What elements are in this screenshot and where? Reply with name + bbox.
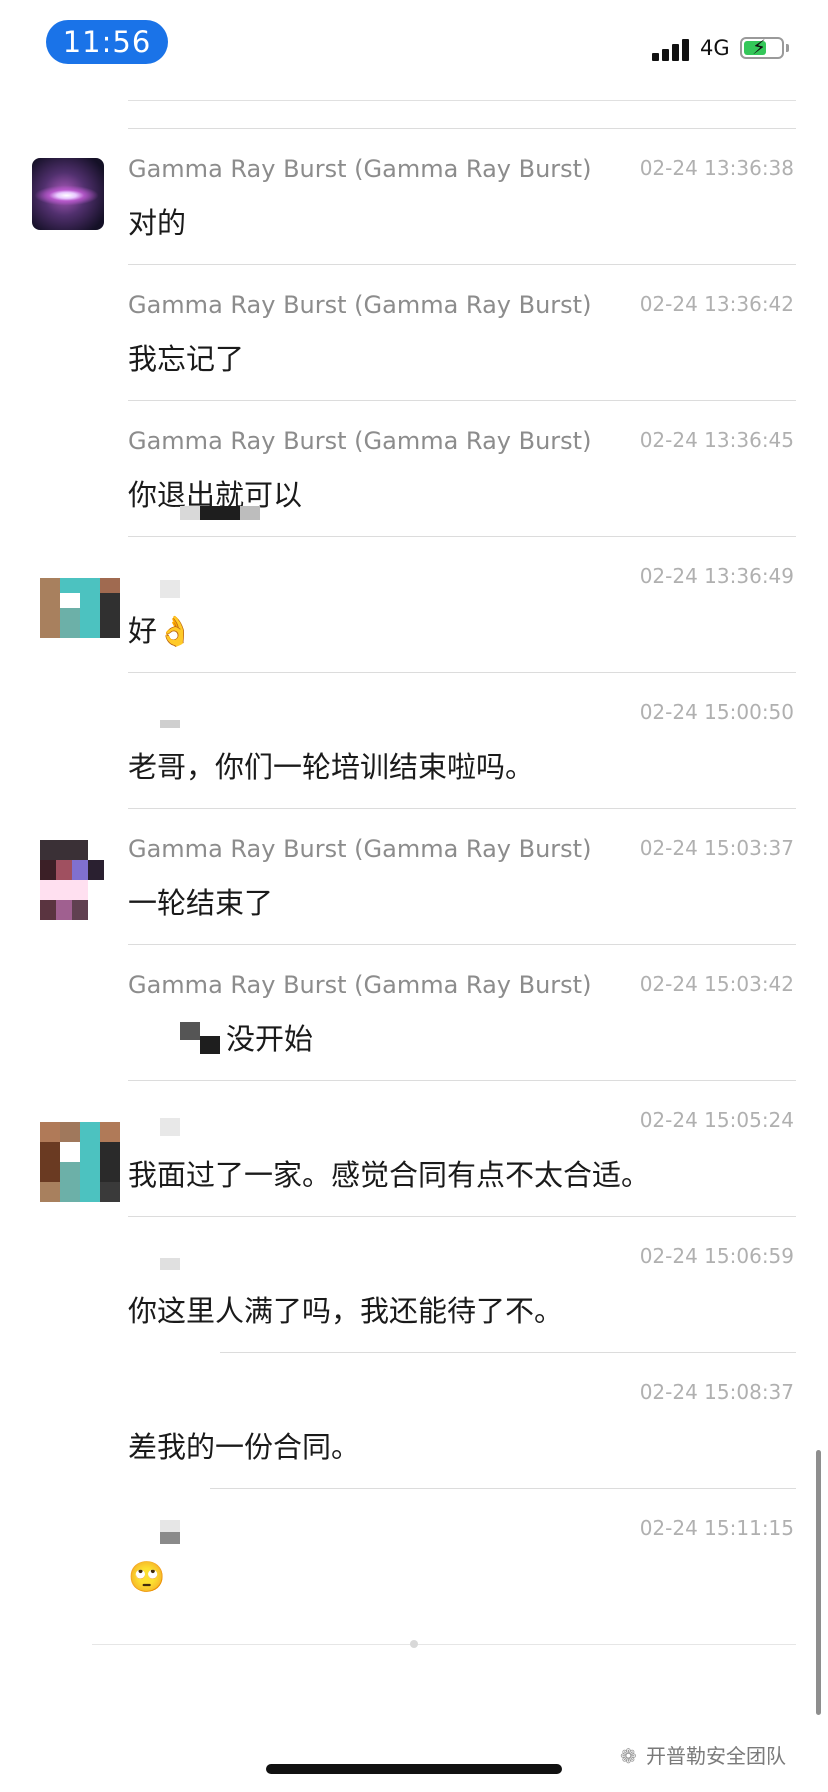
sender-name[interactable]: Gamma Ray Burst (Gamma Ray Burst) bbox=[128, 835, 591, 863]
message-item[interactable]: 02-24 15:06:59 你这里人满了吗，我还能待了不。 bbox=[0, 1216, 828, 1352]
charging-bolt-icon: ⚡ bbox=[752, 35, 767, 59]
home-indicator[interactable] bbox=[266, 1764, 562, 1774]
avatar[interactable] bbox=[40, 840, 104, 920]
message-item[interactable]: 02-24 13:36:49 好👌 bbox=[0, 536, 828, 672]
previous-message-edge bbox=[128, 90, 796, 101]
message-item[interactable]: Gamma Ray Burst (Gamma Ray Burst) 02-24 … bbox=[0, 128, 828, 264]
message-text: 没开始 bbox=[226, 1022, 314, 1056]
message-text: 好👌 bbox=[128, 608, 193, 650]
avatar[interactable] bbox=[40, 578, 120, 638]
redaction-block bbox=[160, 1258, 180, 1270]
message-divider bbox=[128, 400, 796, 401]
message-text: 🙄 bbox=[128, 1560, 166, 1595]
battery-charging-icon: ⚡ bbox=[740, 35, 784, 59]
message-text: 我面过了一家。感觉合同有点不太合适。 bbox=[128, 1158, 651, 1192]
message-time: 02-24 15:05:24 bbox=[639, 1108, 794, 1132]
message-text-content: 好👌 bbox=[128, 614, 194, 648]
message-divider bbox=[128, 1216, 796, 1217]
message-item[interactable]: 02-24 15:08:37 差我的一份合同。 bbox=[0, 1352, 828, 1488]
message-time: 02-24 13:36:42 bbox=[639, 292, 794, 316]
message-divider bbox=[128, 672, 796, 673]
message-divider bbox=[220, 1352, 796, 1353]
network-type: 4G bbox=[700, 36, 730, 60]
message-time: 02-24 15:08:37 bbox=[639, 1380, 794, 1404]
redaction-block bbox=[160, 1532, 180, 1544]
redaction-block bbox=[200, 1036, 220, 1054]
message-item[interactable]: 02-24 15:11:15 🙄 bbox=[0, 1488, 828, 1624]
message-time: 02-24 15:11:15 bbox=[639, 1516, 794, 1540]
redaction-block bbox=[160, 1118, 180, 1136]
history-end-dot bbox=[410, 1640, 418, 1648]
message-item[interactable]: Gamma Ray Burst (Gamma Ray Burst) 02-24 … bbox=[0, 944, 828, 1080]
message-text: 我忘记了 bbox=[128, 342, 245, 376]
redaction-block bbox=[240, 506, 260, 520]
message-item[interactable]: Gamma Ray Burst (Gamma Ray Burst) 02-24 … bbox=[0, 808, 828, 944]
message-divider bbox=[128, 944, 796, 945]
redaction-block bbox=[180, 1022, 200, 1040]
message-time: 02-24 13:36:45 bbox=[639, 428, 794, 452]
message-item[interactable]: 02-24 15:05:24 我面过了一家。感觉合同有点不太合适。 bbox=[0, 1080, 828, 1216]
message-time: 02-24 15:03:37 bbox=[639, 836, 794, 860]
message-text: 老哥，你们一轮培训结束啦吗。 bbox=[128, 750, 535, 784]
wechat-icon: ❁ bbox=[620, 1744, 637, 1768]
message-divider bbox=[128, 1080, 796, 1081]
avatar[interactable] bbox=[32, 158, 104, 230]
redaction-block bbox=[160, 720, 180, 728]
message-time: 02-24 13:36:49 bbox=[639, 564, 794, 588]
message-time: 02-24 15:00:50 bbox=[639, 700, 794, 724]
message-item[interactable]: 02-24 15:00:50 老哥，你们一轮培训结束啦吗。 bbox=[0, 672, 828, 808]
redaction-block bbox=[200, 506, 240, 520]
sender-name[interactable]: Gamma Ray Burst (Gamma Ray Burst) bbox=[128, 971, 591, 999]
message-text: 差我的一份合同。 bbox=[128, 1430, 361, 1464]
message-item[interactable]: Gamma Ray Burst (Gamma Ray Burst) 02-24 … bbox=[0, 400, 828, 536]
message-time: 02-24 15:03:42 bbox=[639, 972, 794, 996]
watermark-text: 开普勒安全团队 bbox=[646, 1744, 786, 1768]
message-time: 02-24 15:06:59 bbox=[639, 1244, 794, 1268]
message-divider bbox=[128, 808, 796, 809]
sender-name[interactable]: Gamma Ray Burst (Gamma Ray Burst) bbox=[128, 291, 591, 319]
redaction-block bbox=[160, 1520, 180, 1532]
battery-cap bbox=[786, 44, 789, 52]
watermark: ❁ 开普勒安全团队 bbox=[620, 1740, 786, 1769]
sender-name[interactable]: Gamma Ray Burst (Gamma Ray Burst) bbox=[128, 155, 591, 183]
message-time: 02-24 13:36:38 bbox=[639, 156, 794, 180]
redaction-block bbox=[160, 580, 180, 598]
message-divider bbox=[128, 264, 796, 265]
message-divider bbox=[128, 536, 796, 537]
message-text: 你这里人满了吗，我还能待了不。 bbox=[128, 1294, 564, 1328]
scrollbar[interactable] bbox=[816, 1450, 821, 1715]
history-end-line bbox=[92, 1644, 796, 1645]
message-divider bbox=[210, 1488, 796, 1489]
message-item[interactable]: Gamma Ray Burst (Gamma Ray Burst) 02-24 … bbox=[0, 264, 828, 400]
signal-bars-icon bbox=[652, 37, 692, 61]
redaction-block bbox=[180, 506, 200, 520]
sender-name[interactable]: Gamma Ray Burst (Gamma Ray Burst) bbox=[128, 427, 591, 455]
avatar[interactable] bbox=[40, 1122, 120, 1202]
status-bar: 11:56 4G ⚡ bbox=[0, 0, 828, 90]
message-text: 对的 bbox=[128, 206, 187, 240]
message-text: 一轮结束了 bbox=[128, 886, 274, 920]
message-divider bbox=[128, 128, 796, 129]
status-time[interactable]: 11:56 bbox=[46, 20, 168, 64]
